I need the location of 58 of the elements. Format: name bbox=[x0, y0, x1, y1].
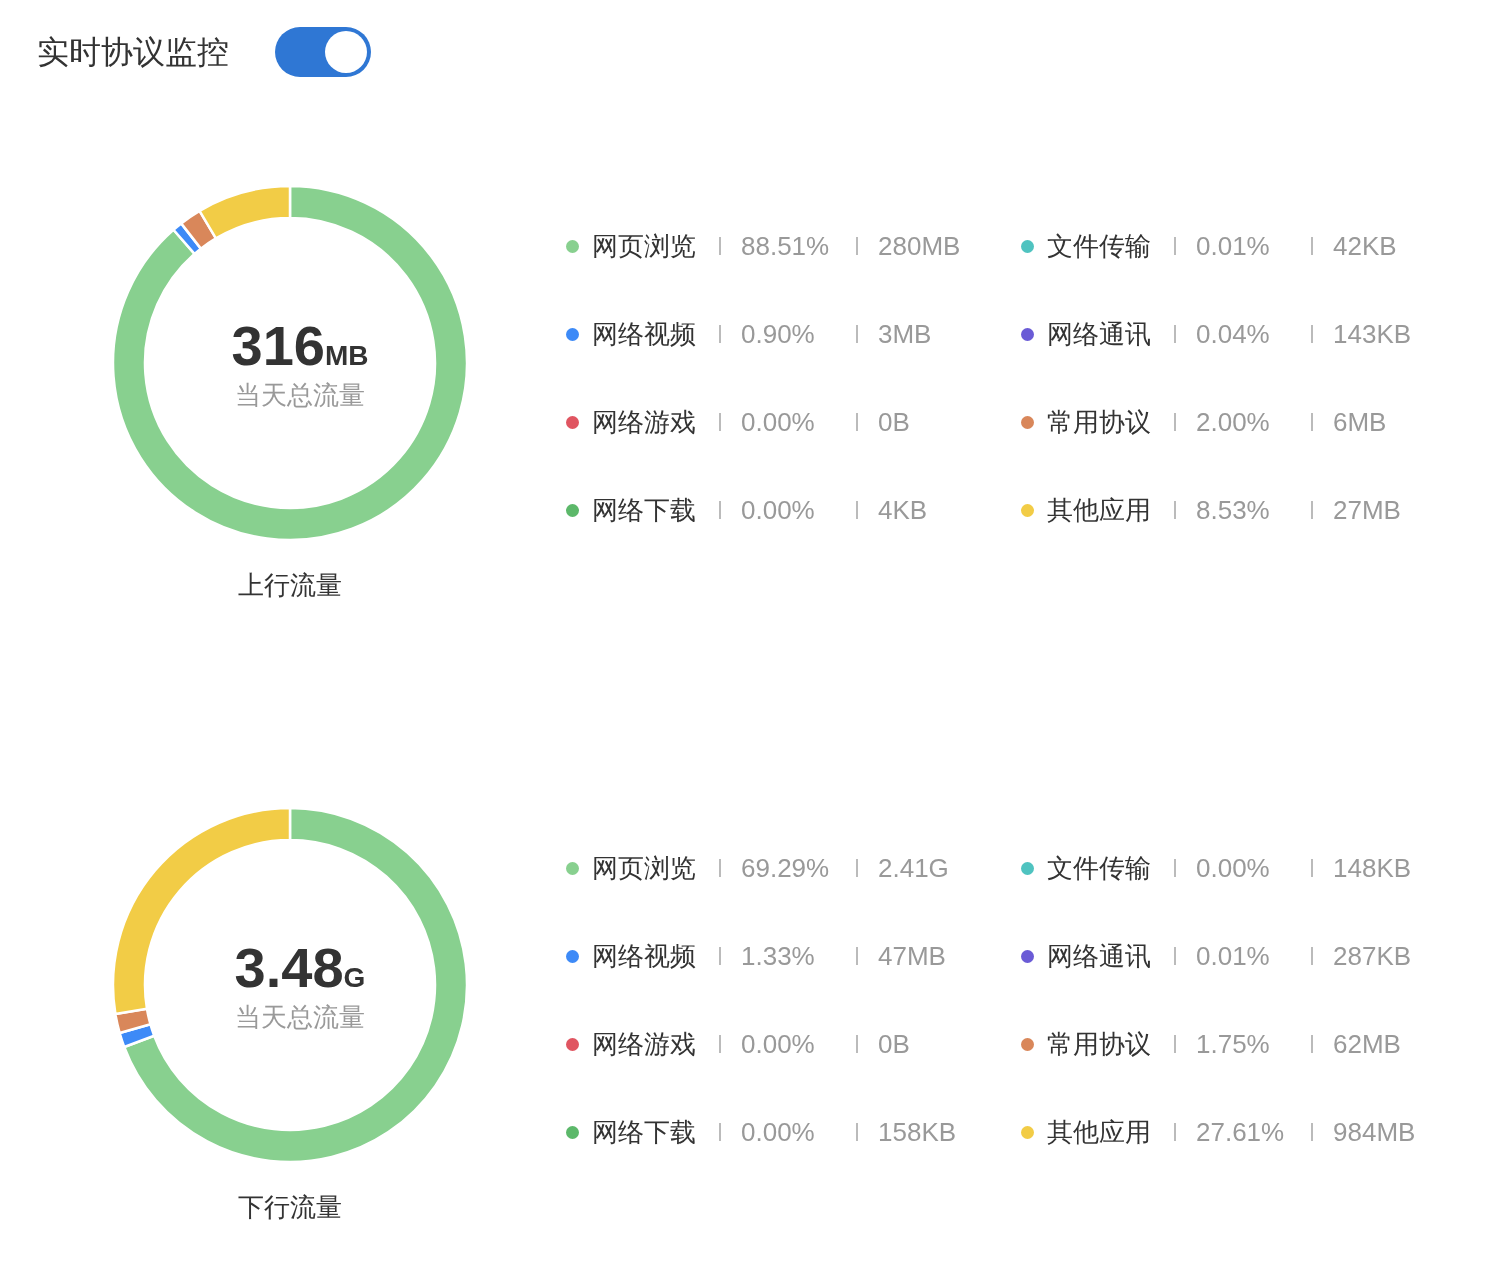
page-title: 实时协议监控 bbox=[37, 32, 229, 73]
chart-caption: 下行流量 bbox=[238, 1191, 342, 1224]
legend-name: 网络游戏 bbox=[592, 1027, 697, 1061]
toggle-switch[interactable] bbox=[275, 27, 371, 77]
legend-percent: 27.61% bbox=[1196, 1116, 1286, 1148]
legend-name: 网络下载 bbox=[592, 493, 697, 527]
legend-percent: 0.01% bbox=[1196, 940, 1271, 972]
legend-name: 网络游戏 bbox=[592, 405, 697, 439]
total-label: 当天总流量 bbox=[235, 379, 365, 412]
legend-name: 网页浏览 bbox=[592, 229, 697, 263]
legend-name: 文件传输 bbox=[1047, 229, 1152, 263]
legend-percent: 2.00% bbox=[1196, 406, 1271, 438]
legend-amount: 2.41G bbox=[878, 852, 950, 884]
legend-percent: 8.53% bbox=[1196, 494, 1271, 526]
legend-percent: 0.00% bbox=[741, 1028, 816, 1060]
legend-percent: 0.90% bbox=[741, 318, 816, 350]
legend-amount: 287KB bbox=[1333, 940, 1413, 972]
legend-percent: 0.00% bbox=[741, 494, 816, 526]
total-label: 当天总流量 bbox=[235, 1001, 365, 1034]
legend-name: 文件传输 bbox=[1047, 851, 1152, 885]
total-value: 3.48 bbox=[234, 935, 344, 1000]
legend-percent: 0.00% bbox=[741, 1116, 816, 1148]
legend-percent: 0.00% bbox=[1196, 852, 1271, 884]
legend-amount: 47MB bbox=[878, 940, 947, 972]
legend-name: 网络视频 bbox=[592, 939, 697, 973]
legend-amount: 27MB bbox=[1333, 494, 1402, 526]
legend-amount: 280MB bbox=[878, 230, 962, 262]
legend-name: 网络下载 bbox=[592, 1115, 697, 1149]
chart-caption: 上行流量 bbox=[238, 569, 342, 602]
total-unit: MB bbox=[324, 340, 369, 372]
total-value: 316 bbox=[231, 313, 325, 378]
legend-name: 常用协议 bbox=[1047, 1027, 1152, 1061]
legend-percent: 0.01% bbox=[1196, 230, 1271, 262]
legend-name: 网页浏览 bbox=[592, 851, 697, 885]
legend-amount: 158KB bbox=[878, 1116, 958, 1148]
legend-amount: 62MB bbox=[1333, 1028, 1402, 1060]
legend-percent: 0.04% bbox=[1196, 318, 1271, 350]
legend-percent: 69.29% bbox=[741, 852, 831, 884]
legend-name: 网络通讯 bbox=[1047, 939, 1152, 973]
legend-amount: 3MB bbox=[878, 318, 933, 350]
legend-amount: 6MB bbox=[1333, 406, 1388, 438]
legend-amount: 4KB bbox=[878, 494, 929, 526]
legend-percent: 1.33% bbox=[741, 940, 816, 972]
legend-name: 网络视频 bbox=[592, 317, 697, 351]
legend-name: 其他应用 bbox=[1047, 493, 1152, 527]
legend-name: 常用协议 bbox=[1047, 405, 1152, 439]
legend-percent: 88.51% bbox=[741, 230, 831, 262]
legend-amount: 148KB bbox=[1333, 852, 1413, 884]
legend-name: 其他应用 bbox=[1047, 1115, 1152, 1149]
legend-amount: 984MB bbox=[1333, 1116, 1417, 1148]
total-unit: G bbox=[343, 962, 366, 994]
legend-name: 网络通讯 bbox=[1047, 317, 1152, 351]
legend-amount: 0B bbox=[878, 406, 911, 438]
legend-percent: 0.00% bbox=[741, 406, 816, 438]
legend-percent: 1.75% bbox=[1196, 1028, 1271, 1060]
legend-amount: 0B bbox=[878, 1028, 911, 1060]
legend-amount: 143KB bbox=[1333, 318, 1413, 350]
legend-amount: 42KB bbox=[1333, 230, 1398, 262]
